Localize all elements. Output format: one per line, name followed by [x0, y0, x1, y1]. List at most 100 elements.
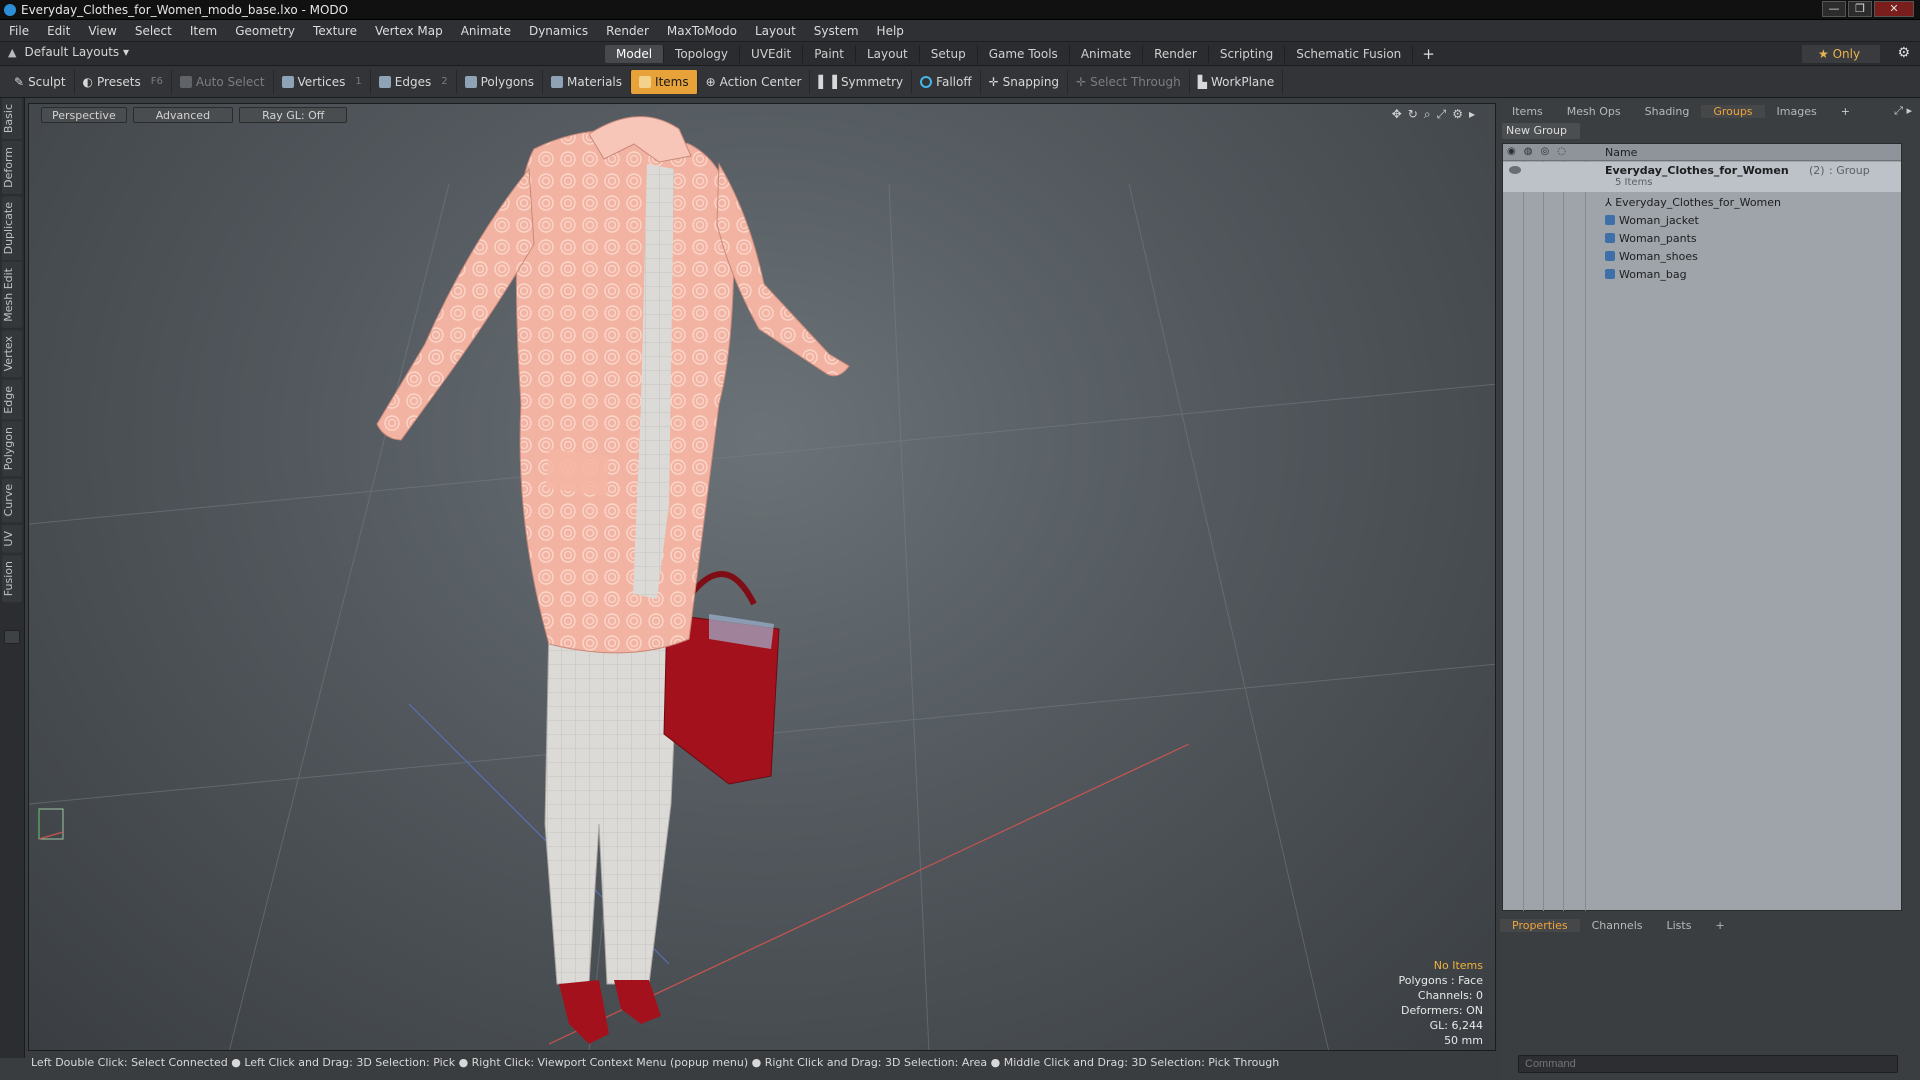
add-panel-tab-button[interactable]: +	[1829, 105, 1862, 118]
tool-tab-mesh-edit[interactable]: Mesh Edit	[2, 262, 22, 329]
tab-mesh-ops[interactable]: Mesh Ops	[1555, 105, 1633, 118]
tool-tab-curve[interactable]: Curve	[2, 478, 22, 523]
tab-render[interactable]: Render	[1143, 45, 1209, 63]
tab-groups[interactable]: Groups	[1701, 105, 1765, 118]
add-tab-button[interactable]: +	[1413, 45, 1444, 63]
tab-game-tools[interactable]: Game Tools	[978, 45, 1070, 63]
items-button[interactable]: Items	[631, 69, 698, 94]
fit-icon[interactable]: ⤢	[1437, 107, 1447, 122]
vertices-button[interactable]: Vertices 1	[274, 69, 371, 94]
menu-view[interactable]: View	[79, 24, 125, 38]
add-bottom-tab-button[interactable]: +	[1703, 919, 1736, 932]
tab-schematic-fusion[interactable]: Schematic Fusion	[1285, 45, 1414, 63]
deformers-status: Deformers: ON	[1401, 1004, 1483, 1017]
select-column-icon[interactable]: ◌	[1557, 146, 1566, 157]
tool-tab-basic[interactable]: Basic	[2, 98, 22, 140]
menu-texture[interactable]: Texture	[304, 24, 366, 38]
tool-tab-vertex[interactable]: Vertex	[2, 330, 22, 378]
menu-help[interactable]: Help	[868, 24, 913, 38]
window-title: Everyday_Clothes_for_Women_modo_base.lxo…	[21, 2, 349, 17]
presets-icon: ◐	[82, 74, 94, 89]
visibility-column-icon[interactable]: ◉	[1507, 146, 1516, 157]
list-item[interactable]: ⅄ Everyday_Clothes_for_Women	[1503, 194, 1901, 212]
symmetry-button[interactable]: ▌▐ Symmetry	[810, 69, 913, 94]
command-input[interactable]	[1518, 1055, 1898, 1073]
tab-model[interactable]: Model	[605, 45, 665, 63]
workplane-button[interactable]: ▙ WorkPlane	[1190, 69, 1284, 94]
menu-dynamics[interactable]: Dynamics	[520, 24, 597, 38]
zoom-icon[interactable]: ⌕	[1424, 107, 1431, 122]
tab-paint[interactable]: Paint	[803, 45, 856, 63]
polygons-button[interactable]: Polygons	[457, 69, 544, 94]
expand-arrow-icon[interactable]: ▸	[1469, 107, 1475, 122]
tool-tab-uv[interactable]: UV	[2, 524, 22, 553]
tab-images[interactable]: Images	[1765, 105, 1829, 118]
list-item[interactable]: Woman_jacket	[1503, 212, 1901, 230]
advanced-tab[interactable]: Advanced	[132, 107, 234, 123]
tab-topology[interactable]: Topology	[664, 45, 741, 63]
maximize-icon[interactable]: ❐	[1848, 1, 1872, 17]
tool-tab-deform[interactable]: Deform	[2, 141, 22, 195]
new-group-button[interactable]: New Group	[1502, 123, 1580, 139]
only-toggle[interactable]: ★ Only	[1802, 45, 1880, 63]
select-through-button[interactable]: ✛ Select Through	[1068, 69, 1190, 94]
menu-file[interactable]: File	[0, 24, 38, 38]
tab-uvedit[interactable]: UVEdit	[740, 45, 804, 63]
list-item[interactable]: Woman_shoes	[1503, 248, 1901, 266]
group-row[interactable]: Everyday_Clothes_for_Women (2) : Group 5…	[1503, 162, 1901, 192]
eye-icon[interactable]	[1509, 166, 1521, 174]
presets-button[interactable]: ◐ Presets F6	[75, 69, 172, 94]
list-item[interactable]: Woman_pants	[1503, 230, 1901, 248]
shoes-model	[559, 980, 609, 1044]
gear-icon[interactable]: ⚙	[1897, 45, 1910, 61]
strip-toggle-button[interactable]	[4, 629, 20, 644]
render-column-icon[interactable]: ◍	[1524, 146, 1533, 157]
default-layouts-dropdown[interactable]: Default Layouts ▾	[24, 45, 129, 59]
tool-tab-fusion[interactable]: Fusion	[2, 554, 22, 602]
tab-channels[interactable]: Channels	[1580, 919, 1655, 932]
name-column-header[interactable]: Name	[1605, 146, 1637, 159]
tab-lists[interactable]: Lists	[1655, 919, 1704, 932]
menu-system[interactable]: System	[805, 24, 868, 38]
tab-layout[interactable]: Layout	[856, 45, 920, 63]
rotate-view-icon[interactable]: ↻	[1408, 107, 1418, 122]
auto-select-button[interactable]: Auto Select	[172, 69, 274, 94]
raygl-tab[interactable]: Ray GL: Off	[239, 107, 348, 123]
collapse-up-icon[interactable]: ▲	[8, 46, 16, 59]
menu-animate[interactable]: Animate	[452, 24, 520, 38]
tool-tab-duplicate[interactable]: Duplicate	[2, 196, 22, 261]
edges-button[interactable]: Edges 2	[371, 69, 457, 94]
tab-shading[interactable]: Shading	[1633, 105, 1702, 118]
menu-layout[interactable]: Layout	[746, 24, 805, 38]
move-view-icon[interactable]: ✥	[1392, 107, 1402, 122]
sculpt-button[interactable]: ✎ Sculpt	[6, 69, 75, 94]
tab-scripting[interactable]: Scripting	[1209, 45, 1286, 63]
tab-properties[interactable]: Properties	[1500, 918, 1580, 932]
action-center-button[interactable]: ⊕ Action Center	[698, 69, 811, 94]
menu-vertex-map[interactable]: Vertex Map	[366, 24, 452, 38]
lock-column-icon[interactable]: ◎	[1540, 146, 1549, 157]
menu-item[interactable]: Item	[181, 24, 226, 38]
viewport-gear-icon[interactable]: ⚙	[1452, 107, 1463, 122]
group-item-count: 5 Items	[1615, 177, 1653, 188]
panel-maximize-icon[interactable]: ⤢ ▸	[1894, 104, 1912, 118]
menu-edit[interactable]: Edit	[38, 24, 79, 38]
menu-select[interactable]: Select	[126, 24, 181, 38]
menu-geometry[interactable]: Geometry	[226, 24, 304, 38]
snapping-button[interactable]: ✛ Snapping	[981, 69, 1069, 94]
tab-animate[interactable]: Animate	[1070, 45, 1144, 63]
list-item[interactable]: Woman_bag	[1503, 266, 1901, 284]
3d-viewport[interactable]: Perspective Advanced Ray GL: Off ✥ ↻ ⌕ ⤢…	[28, 103, 1496, 1051]
menu-maxtomodo[interactable]: MaxToModo	[658, 24, 746, 38]
tab-setup[interactable]: Setup	[920, 45, 978, 63]
materials-button[interactable]: Materials	[543, 69, 632, 94]
minimize-icon[interactable]: —	[1822, 1, 1846, 17]
menu-render[interactable]: Render	[597, 24, 658, 38]
close-icon[interactable]: ✕	[1874, 1, 1914, 17]
tool-tab-polygon[interactable]: Polygon	[2, 421, 22, 477]
perspective-tab[interactable]: Perspective	[41, 107, 127, 123]
falloff-button[interactable]: Falloff	[912, 69, 981, 94]
tab-items[interactable]: Items	[1500, 105, 1555, 118]
group-type: : Group	[1829, 164, 1870, 177]
tool-tab-edge[interactable]: Edge	[2, 379, 22, 420]
